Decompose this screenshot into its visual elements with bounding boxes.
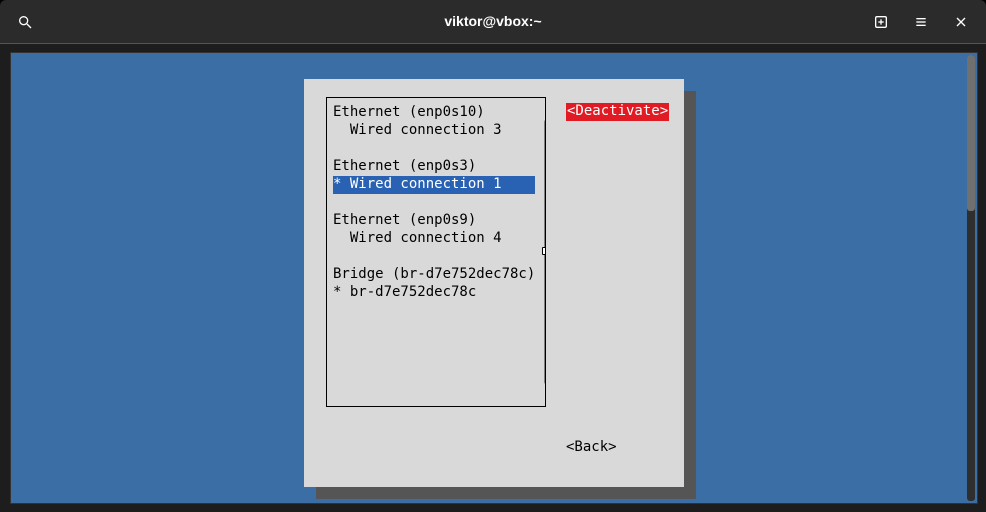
search-icon [17, 14, 33, 30]
close-icon [953, 14, 969, 30]
connection-list[interactable]: Ethernet (enp0s10) Wired connection 3 Et… [333, 104, 541, 400]
connection-list-frame: Ethernet (enp0s10) Wired connection 3 Et… [326, 97, 546, 407]
tui-panel: Ethernet (enp0s10) Wired connection 3 Et… [304, 79, 684, 487]
window-titlebar: viktor@vbox:~ [0, 0, 986, 44]
connection-list-scrollbar[interactable]: ↑ ↓ [541, 104, 546, 400]
deactivate-button[interactable]: <Deactivate> [566, 103, 669, 121]
new-tab-button[interactable] [864, 6, 898, 38]
scroll-track[interactable] [544, 120, 546, 384]
terminal-scrollbar[interactable] [967, 55, 975, 501]
close-window-button[interactable] [944, 6, 978, 38]
back-button[interactable]: <Back> [566, 439, 669, 457]
connection-group-title[interactable]: Ethernet (enp0s9) [333, 212, 535, 230]
connection-item[interactable]: Wired connection 4 [333, 230, 535, 248]
list-spacer [333, 140, 535, 158]
terminal-app: Ethernet (enp0s10) Wired connection 3 Et… [0, 44, 986, 512]
search-button[interactable] [8, 6, 42, 38]
window-title: viktor@vbox:~ [444, 13, 541, 29]
terminal-scroll-thumb[interactable] [967, 55, 975, 211]
scroll-down-arrow-icon[interactable]: ↓ [541, 386, 546, 400]
scroll-up-arrow-icon[interactable]: ↑ [541, 104, 546, 118]
connection-item[interactable]: * br-d7e752dec78c [333, 284, 535, 302]
list-spacer [333, 194, 535, 212]
list-spacer [333, 248, 535, 266]
connection-group-title[interactable]: Ethernet (enp0s10) [333, 104, 535, 122]
new-tab-icon [873, 14, 889, 30]
scroll-thumb[interactable] [542, 247, 546, 255]
menu-button[interactable] [904, 6, 938, 38]
connection-group-title[interactable]: Ethernet (enp0s3) [333, 158, 535, 176]
connection-group-title[interactable]: Bridge (br-d7e752dec78c) [333, 266, 535, 284]
connection-item[interactable]: Wired connection 3 [333, 122, 535, 140]
hamburger-icon [913, 14, 929, 30]
terminal-viewport[interactable]: Ethernet (enp0s10) Wired connection 3 Et… [10, 52, 978, 504]
connection-item[interactable]: * Wired connection 1 [333, 176, 535, 194]
